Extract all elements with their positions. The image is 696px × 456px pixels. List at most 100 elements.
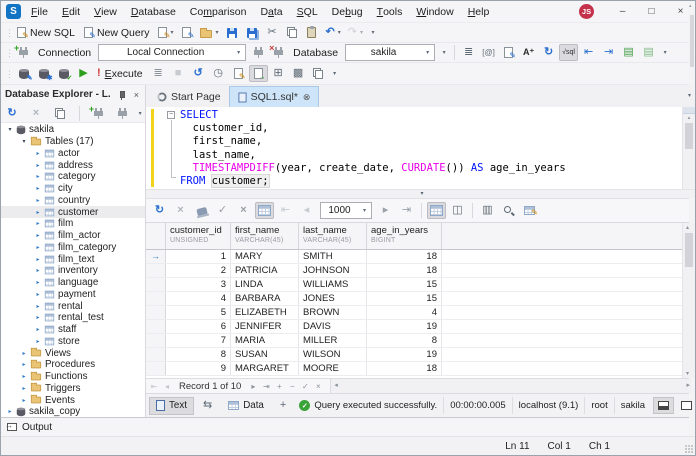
expand-arrow-icon[interactable]: ▸ xyxy=(33,185,43,192)
tree-item-inventory[interactable]: ▸inventory xyxy=(1,265,145,277)
dock-results-button[interactable] xyxy=(249,65,268,82)
tree-item-functions[interactable]: ▸Functions xyxy=(1,371,145,383)
tree-item-rental-test[interactable]: ▸rental_test xyxy=(1,312,145,324)
server-user[interactable]: root xyxy=(584,397,613,413)
export-grid-button[interactable] xyxy=(520,202,539,219)
row-header[interactable] xyxy=(146,334,166,347)
expand-arrow-icon[interactable]: ▸ xyxy=(33,326,43,333)
tree-item-procedures[interactable]: ▸Procedures xyxy=(1,359,145,371)
maximize-button[interactable]: □ xyxy=(637,1,666,22)
grid-cell[interactable]: 6 xyxy=(166,320,231,333)
paste-button[interactable] xyxy=(302,24,321,41)
column-header-first_name[interactable]: first_nameVARCHAR(45) xyxy=(231,223,299,249)
column-picker-button[interactable]: ▥ xyxy=(478,202,497,219)
code-line-6[interactable]: FROM customer; xyxy=(180,175,566,188)
expand-arrow-icon[interactable]: ▸ xyxy=(33,173,43,180)
duplicate-object-button[interactable] xyxy=(52,105,68,121)
expand-arrow-icon[interactable]: ▸ xyxy=(5,408,15,415)
user-avatar[interactable]: JS xyxy=(579,4,594,19)
collapse-arrow-icon[interactable]: ▾ xyxy=(19,138,29,145)
sql-editor[interactable]: SELECT customer_id, first_name, last_nam… xyxy=(146,107,695,189)
row-header[interactable] xyxy=(146,264,166,277)
new-document-button[interactable]: ▾ xyxy=(155,24,176,41)
code-line-1[interactable]: SELECT xyxy=(180,109,566,122)
attach-file-button[interactable] xyxy=(229,65,248,82)
toolbar-grip[interactable]: ⋮ xyxy=(5,25,11,41)
execute-button[interactable]: !Execute xyxy=(94,65,148,82)
tree-item-category[interactable]: ▸category xyxy=(1,171,145,183)
grid-horizontal-scrollbar[interactable] xyxy=(330,379,692,393)
code-fold-icon[interactable] xyxy=(167,111,175,119)
expand-arrow-icon[interactable]: ▸ xyxy=(33,267,43,274)
image-export-button[interactable]: ▩ xyxy=(289,65,308,82)
expand-arrow-icon[interactable]: ▸ xyxy=(33,197,43,204)
connect-button[interactable] xyxy=(249,44,268,61)
tab-list-caret-icon[interactable]: ▾ xyxy=(688,92,691,99)
font-size-button[interactable]: A⁺ xyxy=(519,44,538,61)
row-header[interactable] xyxy=(146,348,166,361)
record-prev-button[interactable]: ◂ xyxy=(162,382,172,391)
menu-item-comparison[interactable]: Comparison xyxy=(183,1,254,22)
validate-sql-button[interactable]: √sql xyxy=(559,44,578,61)
collapse-arrow-icon[interactable]: ▾ xyxy=(5,126,15,133)
explorer-connect-button[interactable] xyxy=(114,105,130,121)
editor-scrollbar[interactable]: ▴ xyxy=(682,107,695,189)
editor-horizontal-scrollbar[interactable] xyxy=(146,189,695,198)
commit-button[interactable] xyxy=(192,202,211,219)
table-row[interactable]: 6JENNIFERDAVIS19 xyxy=(146,320,695,334)
tab-text[interactable]: Text xyxy=(149,397,194,415)
record-last-button[interactable]: ⇥ xyxy=(261,382,271,391)
app-logo-icon[interactable]: S xyxy=(6,4,21,19)
toolbar-grip[interactable]: ⋮ xyxy=(5,45,11,61)
connection-combo[interactable]: Local Connection▾ xyxy=(98,44,246,61)
row-header[interactable] xyxy=(146,292,166,305)
menu-item-view[interactable]: View xyxy=(87,1,124,22)
tab-data[interactable]: Data xyxy=(221,397,271,415)
tree-item-sakila[interactable]: ▾sakila xyxy=(1,124,145,136)
connection-overflow-caret[interactable]: ▾ xyxy=(438,49,450,56)
grid-cell[interactable]: 4 xyxy=(367,306,442,319)
grid-cell[interactable]: MILLER xyxy=(299,334,367,347)
incremental-search-button[interactable] xyxy=(499,202,518,219)
row-header[interactable] xyxy=(146,362,166,375)
expand-arrow-icon[interactable]: ▸ xyxy=(33,220,43,227)
delete-object-button[interactable]: × xyxy=(28,105,44,121)
menu-item-edit[interactable]: Edit xyxy=(55,1,87,22)
expand-arrow-icon[interactable]: ▸ xyxy=(33,232,43,239)
scroll-up-icon[interactable]: ▴ xyxy=(683,114,695,122)
redo-button[interactable]: ↷▾ xyxy=(345,24,366,41)
grid-cell[interactable]: 18 xyxy=(367,250,442,263)
tree-item-events[interactable]: ▸Events xyxy=(1,394,145,406)
tree-item-sakila-copy[interactable]: ▸sakila_copy xyxy=(1,406,145,417)
tab-add[interactable]: + xyxy=(273,397,293,415)
column-header-last_name[interactable]: last_nameVARCHAR(45) xyxy=(299,223,367,249)
menu-item-help[interactable]: Help xyxy=(461,1,497,22)
window-layout-button[interactable]: ⊞ xyxy=(269,65,288,82)
grid-cell[interactable]: SMITH xyxy=(299,250,367,263)
table-row[interactable]: 5ELIZABETHBROWN4 xyxy=(146,306,695,320)
new-sql-button[interactable]: New SQL xyxy=(14,24,80,41)
expand-arrow-icon[interactable]: ▸ xyxy=(19,385,29,392)
new-connection-button[interactable] xyxy=(14,44,33,61)
grid-cell[interactable]: JONES xyxy=(299,292,367,305)
split-editor-handle[interactable] xyxy=(683,107,695,114)
undo-button-caret-icon[interactable]: ▾ xyxy=(338,29,341,36)
edit-overflow-caret[interactable]: ▾ xyxy=(659,49,671,56)
toolbar-grip[interactable]: ⋮ xyxy=(5,66,11,82)
menu-item-database[interactable]: Database xyxy=(124,1,183,22)
grid-cell[interactable]: DAVIS xyxy=(299,320,367,333)
editor-scroll-thumb[interactable] xyxy=(685,123,693,149)
format-document-button[interactable]: ≣ xyxy=(459,44,478,61)
page-size-combo-caret-icon[interactable]: ▾ xyxy=(358,207,371,214)
grid-cell[interactable]: WILSON xyxy=(299,348,367,361)
tree-item-store[interactable]: ▸store xyxy=(1,336,145,348)
table-row[interactable]: 3LINDAWILLIAMS15 xyxy=(146,278,695,292)
menu-item-data[interactable]: Data xyxy=(253,1,289,22)
expand-arrow-icon[interactable]: ▸ xyxy=(33,244,43,251)
tab-sql1[interactable]: SQL1.sql*⊗ xyxy=(229,86,320,107)
grid-scrollbar[interactable] xyxy=(682,223,695,378)
code-line-4[interactable]: last_name, xyxy=(180,149,566,162)
tree-item-actor[interactable]: ▸actor xyxy=(1,148,145,160)
connection-combo-caret-icon[interactable]: ▾ xyxy=(232,49,245,56)
code-line-3[interactable]: first_name, xyxy=(180,135,566,148)
